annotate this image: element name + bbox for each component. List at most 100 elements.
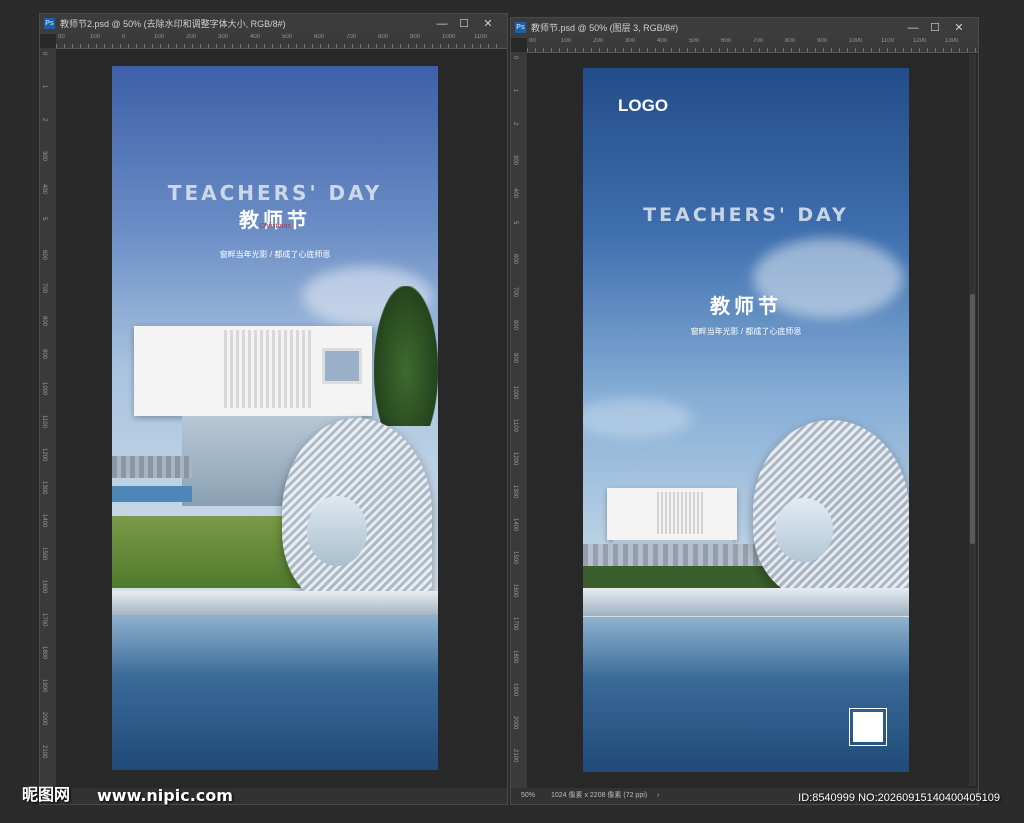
ruler-label: 300 xyxy=(512,155,518,166)
ruler-tick xyxy=(775,48,776,52)
perforated-panel xyxy=(657,492,705,534)
ruler-label: 900 xyxy=(41,349,47,360)
ruler-label: 5 xyxy=(41,217,47,221)
photoshop-icon: Ps xyxy=(44,18,55,29)
right-window-titlebar[interactable]: Ps 教师节.psd @ 50% (图层 3, RGB/8#) — ☐ ✕ xyxy=(511,18,978,38)
image-id: ID:8540999 NO:20260915140400405109 xyxy=(798,792,1000,804)
ruler-tick xyxy=(248,44,249,48)
left-window-title: 教师节2.psd @ 50% (去除水印和调整字体大小, RGB/8#) xyxy=(60,19,286,29)
ruler-tick xyxy=(280,44,281,48)
ruler-tick xyxy=(911,48,912,52)
ruler-tick xyxy=(823,48,824,52)
horizontal-ruler[interactable]: 00 100 200 300 400 500 600 700 800 900 1000 1100 120… xyxy=(527,38,978,53)
ruler-tick xyxy=(863,48,864,52)
close-button[interactable]: ✕ xyxy=(477,14,499,34)
ruler-tick xyxy=(599,48,600,52)
maximize-button[interactable]: ☐ xyxy=(453,14,475,34)
scrollbar-thumb[interactable] xyxy=(970,294,975,544)
ruler-tick xyxy=(160,44,161,48)
ruler-label: 1400 xyxy=(41,514,47,528)
script-signature: Christmas xyxy=(259,223,291,230)
ruler-label: 2100 xyxy=(512,749,518,763)
ruler-tick xyxy=(440,44,441,48)
minimize-button[interactable]: — xyxy=(431,14,453,34)
right-canvas-area[interactable]: LOGO TEACHERS' DAY 教师节 窗畔当年光影 / 都成了心底师恩 xyxy=(527,53,968,788)
status-menu-arrow[interactable]: › xyxy=(657,788,659,804)
ruler-tick xyxy=(200,44,201,48)
ruler-tick xyxy=(615,48,616,52)
ruler-label: 2 xyxy=(41,118,47,122)
wave-hole xyxy=(307,496,367,566)
maximize-button[interactable]: ☐ xyxy=(924,18,946,38)
ruler-tick xyxy=(344,44,345,48)
water-reflection xyxy=(583,617,909,772)
ruler-tick xyxy=(927,48,928,52)
ruler-tick xyxy=(639,48,640,52)
ruler-label: 700 xyxy=(753,38,764,44)
ruler-tick xyxy=(152,44,153,48)
vertical-ruler[interactable]: 0 1 2 300 400 5 600 700 800 900 1000 1100 1200 1300 14… xyxy=(40,48,57,788)
ruler-tick xyxy=(432,44,433,48)
ruler-tick xyxy=(551,48,552,52)
vertical-ruler[interactable]: 0 1 2 300 400 5 600 700 800 900 1000 1100 1200 1300 14… xyxy=(511,52,528,788)
ruler-label: 1100 xyxy=(512,419,518,432)
ruler-tick xyxy=(871,48,872,52)
ruler-tick xyxy=(312,44,313,48)
palm-trees xyxy=(374,286,438,426)
ruler-tick xyxy=(424,44,425,48)
ruler-label: 1600 xyxy=(41,580,47,594)
vertical-scrollbar[interactable] xyxy=(969,54,976,786)
ruler-label: 1100 xyxy=(41,415,47,428)
ruler-tick xyxy=(64,44,65,48)
ruler-label: 1200 xyxy=(512,452,518,466)
english-title: TEACHERS' DAY xyxy=(167,181,383,205)
ruler-tick xyxy=(72,44,73,48)
left-canvas-area[interactable]: TEACHERS' DAY 教师节 Christmas 窗畔当年光影 / 都成了… xyxy=(56,49,497,790)
ruler-tick xyxy=(671,48,672,52)
left-window-titlebar[interactable]: Ps 教师节2.psd @ 50% (去除水印和调整字体大小, RGB/8#) … xyxy=(40,14,507,34)
nipic-logo: 昵图网 xyxy=(22,787,71,804)
ruler-label: 600 xyxy=(41,250,47,261)
ruler-tick xyxy=(559,48,560,52)
left-document-window[interactable]: Ps 教师节2.psd @ 50% (去除水印和调整字体大小, RGB/8#) … xyxy=(39,13,508,805)
ruler-tick xyxy=(112,44,113,48)
ruler-tick xyxy=(831,48,832,52)
ruler-label: 400 xyxy=(512,188,518,199)
ruler-tick xyxy=(376,44,377,48)
ruler-tick xyxy=(919,48,920,52)
ruler-tick xyxy=(264,44,265,48)
close-button[interactable]: ✕ xyxy=(948,18,970,38)
ruler-tick xyxy=(88,44,89,48)
ruler-tick xyxy=(496,44,497,48)
ruler-label: 700 xyxy=(512,287,518,298)
minimize-button[interactable]: — xyxy=(902,18,924,38)
ruler-tick xyxy=(224,44,225,48)
ruler-tick xyxy=(583,48,584,52)
right-document-window[interactable]: Ps 教师节.psd @ 50% (图层 3, RGB/8#) — ☐ ✕ 00… xyxy=(510,17,979,805)
ruler-label: 1100 xyxy=(881,38,894,44)
city-skyline xyxy=(112,456,192,478)
ruler-tick xyxy=(360,44,361,48)
ruler-label: 600 xyxy=(314,34,325,40)
ruler-tick xyxy=(567,48,568,52)
ruler-tick xyxy=(695,48,696,52)
ruler-label: 2000 xyxy=(41,712,47,726)
ruler-tick xyxy=(320,44,321,48)
ruler-tick xyxy=(464,44,465,48)
ruler-label: 900 xyxy=(410,34,421,40)
zoom-level[interactable]: 50% xyxy=(521,788,535,804)
ruler-tick xyxy=(767,48,768,52)
ruler-tick xyxy=(743,48,744,52)
ruler-label: 400 xyxy=(657,38,668,44)
ruler-tick xyxy=(807,48,808,52)
ruler-tick xyxy=(392,44,393,48)
ruler-label: 1800 xyxy=(512,650,518,664)
ruler-label: 1800 xyxy=(41,646,47,660)
horizontal-ruler[interactable]: 00 100 0 100 200 300 400 500 600 700 800 900 1000 110… xyxy=(56,34,507,49)
ruler-tick xyxy=(855,48,856,52)
ruler-tick xyxy=(655,48,656,52)
ruler-label: 1000 xyxy=(442,34,456,40)
ruler-tick xyxy=(687,48,688,52)
ruler-label: 2000 xyxy=(512,716,518,730)
ruler-label: 800 xyxy=(785,38,796,44)
